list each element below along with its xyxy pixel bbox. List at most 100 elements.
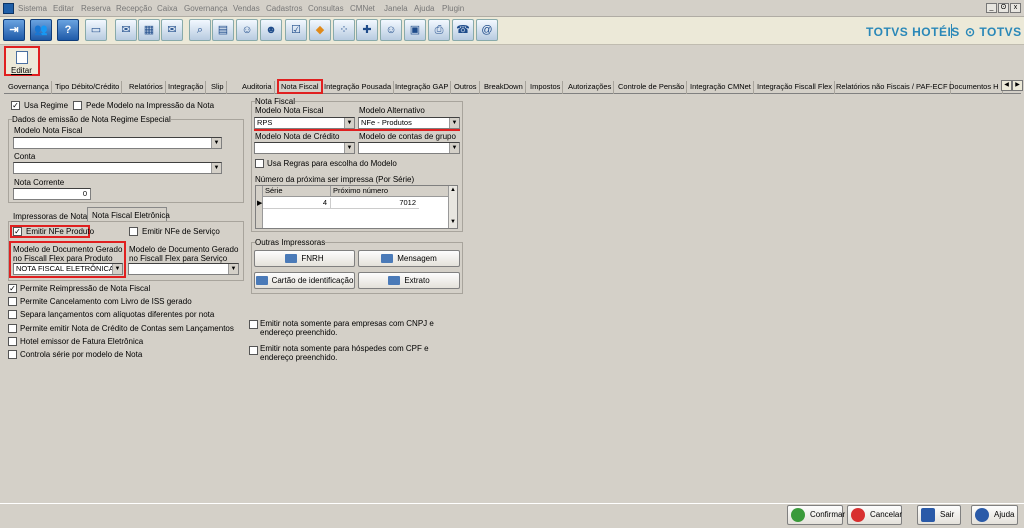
printer-icon[interactable]: ⎙: [428, 19, 450, 41]
person-card-icon[interactable]: ☻: [260, 19, 282, 41]
menu-sistema[interactable]: Sistema: [18, 4, 47, 13]
tab-integracao-gap[interactable]: Integração GAP: [393, 81, 452, 94]
tab-relatorios[interactable]: Relatórios: [127, 81, 166, 94]
emitir-cnpj-checkbox[interactable]: [249, 320, 258, 329]
web-mail-icon[interactable]: @: [476, 19, 498, 41]
modelo-nota-fiscal-select[interactable]: RPS ▼: [254, 117, 355, 129]
mail-icon[interactable]: ✉: [115, 19, 137, 41]
modelo-contas-grupo-select[interactable]: ▼: [358, 142, 460, 154]
tab-relatorios-nao-fiscais[interactable]: Relatórios não Fiscais / PAF-ECF: [834, 81, 951, 94]
usa-regras-checkbox[interactable]: [255, 159, 264, 168]
menu-cmnet[interactable]: CMNet: [350, 4, 375, 13]
menu-editar[interactable]: Editar: [53, 4, 74, 13]
tab-autorizacoes[interactable]: Autorizações: [566, 81, 615, 94]
tab-tipo-debito-credito[interactable]: Tipo Débito/Crédito: [53, 81, 123, 94]
controla-serie-checkbox[interactable]: [8, 350, 17, 359]
tab-integracao[interactable]: Integração: [166, 81, 207, 94]
menu-ajuda[interactable]: Ajuda: [414, 4, 434, 13]
operator-icon[interactable]: ☎: [452, 19, 474, 41]
tab-integracao-pousada[interactable]: Integração Pousada: [322, 81, 395, 94]
menu-vendas[interactable]: Vendas: [233, 4, 260, 13]
mail-forward-icon[interactable]: ✉: [161, 19, 183, 41]
calendar-icon[interactable]: ▤: [212, 19, 234, 41]
minimize-button[interactable]: _: [986, 3, 997, 13]
cartao-identificacao-button[interactable]: Cartão de identificação: [254, 272, 355, 289]
menu-recepcao[interactable]: Recepção: [116, 4, 152, 13]
tab-scroll-right-icon[interactable]: ▶: [1012, 80, 1023, 91]
tab-nota-fiscal[interactable]: Nota Fiscal: [277, 79, 323, 94]
tab-auditoria[interactable]: Auditoria: [240, 81, 275, 94]
table-row[interactable]: 7012: [331, 198, 419, 209]
cancelar-button[interactable]: Cancelar: [847, 505, 902, 525]
tab-governanca[interactable]: Governança: [6, 81, 52, 94]
permite-nota-credito-checkbox[interactable]: [8, 324, 17, 333]
permite-reimpressao-label: Permite Reimpressão de Nota Fiscal: [20, 284, 151, 293]
separa-lancamentos-checkbox[interactable]: [8, 310, 17, 319]
guests-icon[interactable]: ☺: [380, 19, 402, 41]
table-row[interactable]: 4: [263, 198, 331, 209]
hotel-emissor-checkbox[interactable]: [8, 337, 17, 346]
emitir-cpf-checkbox[interactable]: [249, 346, 258, 355]
permite-cancelamento-checkbox[interactable]: [8, 297, 17, 306]
add-group-icon[interactable]: ✚: [356, 19, 378, 41]
users-icon[interactable]: 👥: [30, 19, 52, 41]
checklist-icon[interactable]: ☑: [285, 19, 307, 41]
menu-consultas[interactable]: Consultas: [308, 4, 344, 13]
tab-slip[interactable]: Slip: [209, 81, 227, 94]
menu-plugin[interactable]: Plugin: [442, 4, 464, 13]
modelo-nota-credito-select[interactable]: ▼: [254, 142, 355, 154]
modelo-alternativo-select[interactable]: NFe - Produtos ▼: [358, 117, 460, 129]
scroll-down-icon[interactable]: ▼: [450, 219, 456, 225]
grid-scrollbar[interactable]: ▲ ▼: [448, 186, 457, 228]
mensagem-button[interactable]: Mensagem: [358, 250, 460, 267]
pede-modelo-checkbox[interactable]: [73, 101, 82, 110]
tab-outros[interactable]: Outros: [452, 81, 480, 94]
menu-cadastros[interactable]: Cadastros: [266, 4, 302, 13]
permite-reimpressao-checkbox[interactable]: ✓: [8, 284, 17, 293]
bell-icon[interactable]: ◆: [309, 19, 331, 41]
computer-icon[interactable]: ▭: [85, 19, 107, 41]
menu-caixa[interactable]: Caixa: [157, 4, 177, 13]
menu-janela[interactable]: Janela: [384, 4, 408, 13]
tab-documentos[interactable]: Documentos H: [947, 81, 1003, 94]
subtab-impressoras[interactable]: Impressoras de Notas: [13, 212, 91, 221]
emitir-nfe-produto-checkbox[interactable]: ✓: [13, 227, 22, 236]
tab-impostos[interactable]: Impostos: [528, 81, 564, 94]
restore-button[interactable]: ʘ: [998, 3, 1009, 13]
modelo-servico-select[interactable]: ▼: [128, 263, 239, 275]
tab-controle-pensao[interactable]: Controle de Pensão: [616, 81, 688, 94]
usa-regime-label: Usa Regime: [24, 101, 69, 110]
menu-reserva[interactable]: Reserva: [81, 4, 111, 13]
app-icon[interactable]: [3, 3, 14, 14]
confirmar-button[interactable]: Confirmar: [787, 505, 845, 525]
modelo-nf-select[interactable]: ▼: [13, 137, 222, 149]
emitir-nfe-servico-checkbox[interactable]: [129, 227, 138, 236]
nota-corrente-input[interactable]: 0: [13, 188, 91, 200]
tab-scroll-left-icon[interactable]: ◀: [1001, 80, 1012, 91]
edit-button[interactable]: Editar: [4, 46, 40, 76]
sair-button[interactable]: Sair: [917, 505, 961, 525]
subtab-nfe[interactable]: Nota Fiscal Eletrônica: [87, 207, 170, 221]
extrato-button[interactable]: Extrato: [358, 272, 460, 289]
tab-integracao-fiscall-flex[interactable]: Integração Fiscall Flex: [755, 81, 836, 94]
tab-integracao-cmnet[interactable]: Integração CMNet: [688, 81, 754, 94]
scroll-up-icon[interactable]: ▲: [450, 187, 456, 193]
cash-register-icon[interactable]: ▣: [404, 19, 426, 41]
serie-grid[interactable]: ▶ Série Próximo número 4 7012 ▲ ▼: [255, 185, 458, 229]
tab-breakdown[interactable]: BreakDown: [482, 81, 526, 94]
exit-icon[interactable]: ⇥: [3, 19, 25, 41]
chevron-down-icon: ▼: [228, 264, 238, 274]
usa-regime-checkbox[interactable]: ✓: [11, 101, 20, 110]
ajuda-button[interactable]: Ajuda: [971, 505, 1018, 525]
outras-impressoras-title: Outras Impressoras: [255, 238, 326, 247]
help-icon[interactable]: ?: [57, 19, 79, 41]
modelo-produto-select[interactable]: NOTA FISCAL ELETRÔNICA ▼: [13, 263, 123, 275]
spreadsheet-icon[interactable]: ▦: [138, 19, 160, 41]
people-icon[interactable]: ☺: [236, 19, 258, 41]
fnrh-button[interactable]: FNRH: [254, 250, 355, 267]
menu-governanca[interactable]: Governança: [184, 4, 228, 13]
close-button[interactable]: x: [1010, 3, 1021, 13]
search-icon[interactable]: ⌕: [189, 19, 211, 41]
conta-select[interactable]: ▼: [13, 162, 222, 174]
footprints-icon[interactable]: ⁘: [333, 19, 355, 41]
